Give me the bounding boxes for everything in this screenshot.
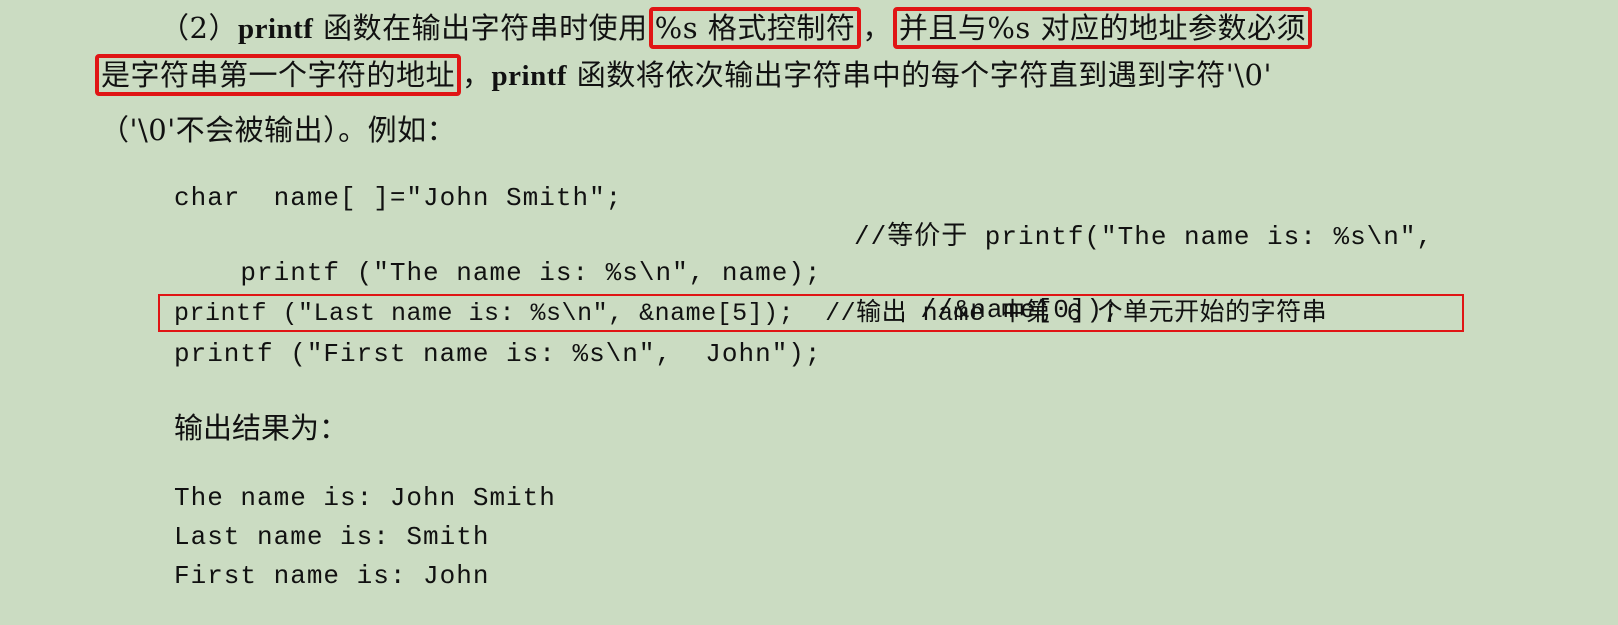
- output-line-3: First name is: John: [174, 561, 490, 591]
- code-line-4: printf ("Last name is: %s\n", &name[5]);…: [174, 299, 1328, 328]
- paragraph-text: 函数在输出字符串时使用: [313, 11, 648, 45]
- document-page: （2）printf 函数在输出字符串时使用 %s 格式控制符，并且与%s 对应的地…: [0, 0, 1618, 625]
- output-heading: 输出结果为：: [174, 411, 349, 445]
- paragraph-comma: ，: [862, 11, 892, 45]
- code-comment: //等价于 printf("The name is: %s\n",: [854, 222, 1434, 252]
- paragraph-line-2: 是字符串第一个字符的地址 ，printf 函数将依次输出字符串中的每个字符直到遇到…: [94, 54, 1272, 96]
- paragraph-line-3: （'\0'不会被输出）。例如：: [100, 110, 456, 150]
- output-line-1: The name is: John Smith: [174, 483, 556, 513]
- output-line-2: Last name is: Smith: [174, 522, 490, 552]
- printf-keyword: printf: [237, 13, 314, 45]
- code-line-1: char name[ ]="John Smith";: [174, 183, 623, 213]
- highlight-address-param: 并且与%s 对应的地址参数必须: [892, 7, 1313, 49]
- paragraph-text: ，: [462, 58, 492, 92]
- code-statement: printf ("The name is: %s\n", name);: [240, 258, 822, 288]
- paragraph-text: 函数将依次输出字符串中的每个字符直到遇到字符'\0': [567, 58, 1272, 92]
- highlight-first-char-address: 是字符串第一个字符的地址: [95, 54, 462, 96]
- paragraph-line-1: （2）printf 函数在输出字符串时使用 %s 格式控制符，并且与%s 对应的地…: [160, 7, 1313, 49]
- code-line-5: printf ("First name is: %s\n", John");: [174, 339, 822, 369]
- paragraph-text: （'\0'不会被输出）。例如：: [100, 113, 457, 147]
- highlight-format-specifier: %s 格式控制符: [648, 7, 862, 49]
- paragraph-lead: （2）: [160, 11, 238, 45]
- printf-keyword: printf: [491, 60, 568, 92]
